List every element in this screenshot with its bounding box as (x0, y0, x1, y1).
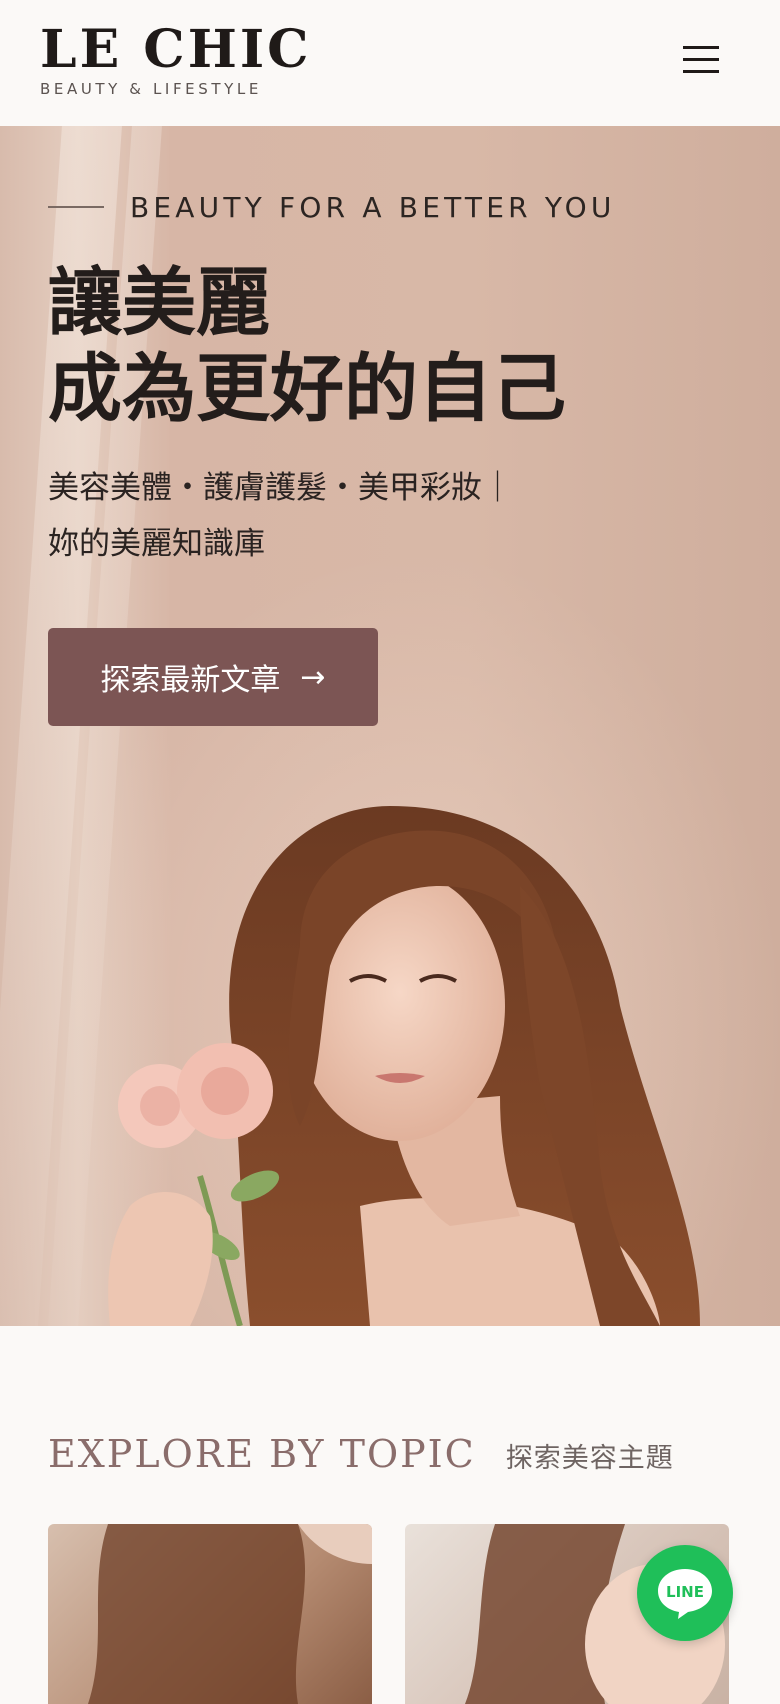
topic-card[interactable] (48, 1524, 372, 1704)
hero-eyebrow: BEAUTY FOR A BETTER YOU (48, 190, 616, 224)
hero-section: BEAUTY FOR A BETTER YOU 讓美麗 成為更好的自己 美容美體… (0, 126, 780, 1326)
cta-label: 探索最新文章 (100, 663, 281, 698)
menu-bar (683, 58, 719, 61)
menu-bar (683, 70, 719, 73)
line-label: LINE (666, 1583, 704, 1601)
hero-subtitle: 美容美體・護膚護髮・美甲彩妝｜ 妳的美麗知識庫 (48, 460, 648, 572)
hero-title-line1: 讓美麗 (48, 260, 270, 346)
arrow-right-icon: → (300, 659, 326, 695)
topics-subtitle: 探索美容主題 (505, 1443, 674, 1474)
explore-articles-button[interactable]: 探索最新文章 → (48, 628, 378, 726)
topics-heading: EXPLORE BY TOPIC 探索美容主題 (48, 1432, 674, 1476)
brand-tagline: BEAUTY & LIFESTYLE (40, 80, 262, 98)
topic-card-image (88, 1524, 372, 1704)
hero-title-line2: 成為更好的自己 (48, 346, 566, 432)
brand-name: LE CHIC (40, 19, 312, 80)
line-chat-button[interactable]: LINE (637, 1545, 733, 1641)
menu-bar (683, 46, 719, 49)
brand-logo[interactable]: LE CHIC BEAUTY & LIFESTYLE (40, 19, 312, 99)
hero-subtitle-line2: 妳的美麗知識庫 (48, 526, 265, 562)
site-header: LE CHIC BEAUTY & LIFESTYLE (0, 0, 780, 126)
hamburger-menu-icon[interactable] (681, 44, 721, 78)
line-chat-icon: LINE (658, 1569, 712, 1619)
eyebrow-divider (48, 206, 104, 208)
hero-title: 讓美麗 成為更好的自己 (48, 260, 566, 432)
topics-title: EXPLORE BY TOPIC (48, 1432, 476, 1476)
hero-subtitle-line1: 美容美體・護膚護髮・美甲彩妝｜ (48, 470, 513, 506)
eyebrow-text: BEAUTY FOR A BETTER YOU (130, 190, 616, 224)
